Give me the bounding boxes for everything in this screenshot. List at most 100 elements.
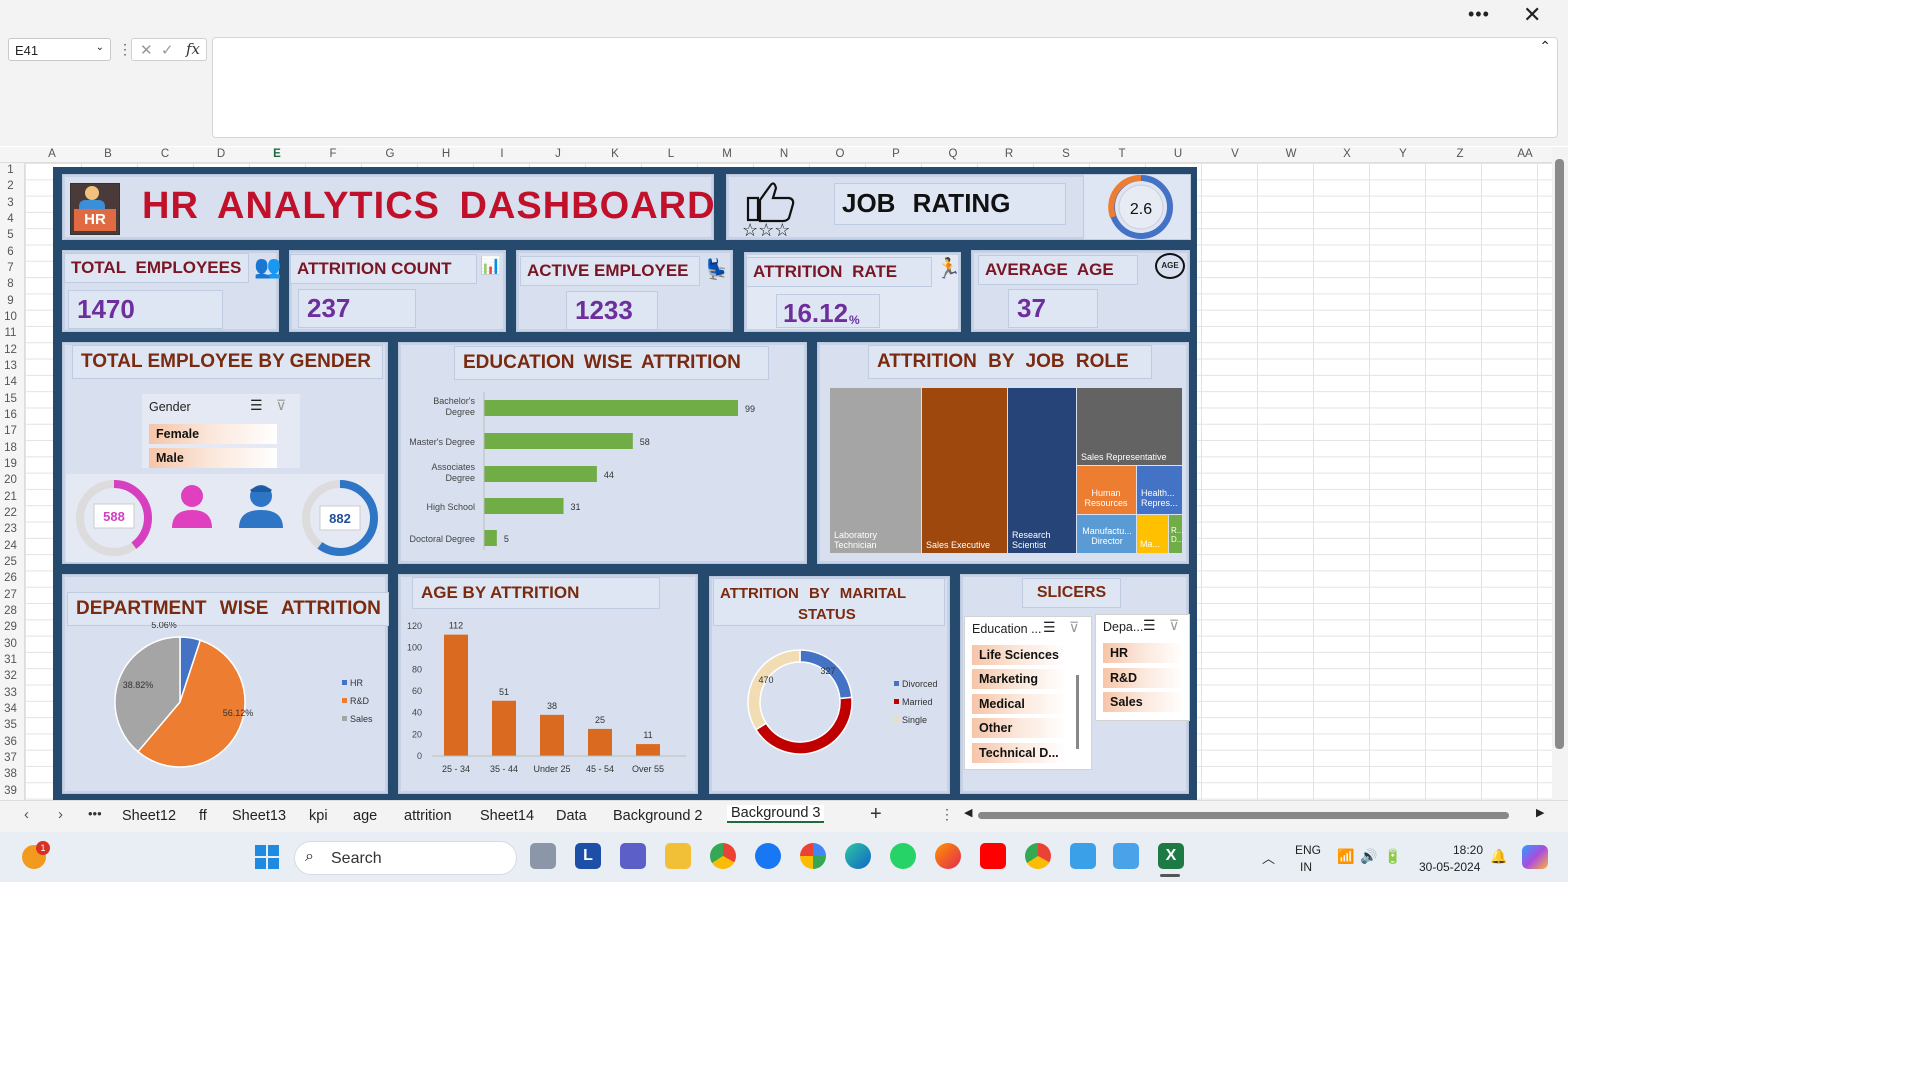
row-header-5[interactable]: 5 xyxy=(0,229,21,241)
row-header-29[interactable]: 29 xyxy=(0,621,21,633)
tab-kpi[interactable]: kpi xyxy=(309,808,328,824)
excel-icon[interactable]: X xyxy=(1158,843,1184,869)
notepad-icon[interactable] xyxy=(1113,843,1139,869)
tab-active-background-3[interactable]: Background 3 xyxy=(727,805,825,823)
column-header-n[interactable]: N xyxy=(776,148,792,160)
row-header-19[interactable]: 19 xyxy=(0,458,21,470)
tab-background-2[interactable]: Background 2 xyxy=(613,808,702,824)
gender-slicer[interactable]: Gender ☰ ⊽ Female Male xyxy=(142,394,300,468)
row-header-22[interactable]: 22 xyxy=(0,507,21,519)
multi-select-icon[interactable]: ☰ xyxy=(1043,619,1056,636)
row-header-17[interactable]: 17 xyxy=(0,425,21,437)
youtube-icon[interactable] xyxy=(980,843,1006,869)
column-header-l[interactable]: L xyxy=(663,148,679,160)
row-header-8[interactable]: 8 xyxy=(0,278,21,290)
slicer-item-female[interactable]: Female xyxy=(149,424,277,444)
column-header-v[interactable]: V xyxy=(1227,148,1243,160)
clear-filter-icon[interactable]: ⊽ xyxy=(276,397,286,414)
column-header-m[interactable]: M xyxy=(719,148,735,160)
education-slicer[interactable]: Education ... ☰ ⊽ Life Sciences Marketin… xyxy=(964,616,1092,770)
column-header-j[interactable]: J xyxy=(550,148,566,160)
edge-icon[interactable] xyxy=(845,843,871,869)
treemap-sales-executive[interactable]: Sales Executive xyxy=(922,388,1007,553)
firefox-icon[interactable] xyxy=(935,843,961,869)
column-header-i[interactable]: I xyxy=(494,148,510,160)
column-header-e[interactable]: E xyxy=(269,148,285,160)
row-header-38[interactable]: 38 xyxy=(0,768,21,780)
tab-sheet14[interactable]: Sheet14 xyxy=(480,808,534,824)
clear-filter-icon[interactable]: ⊽ xyxy=(1069,619,1079,636)
chrome-profile-icon[interactable] xyxy=(1025,843,1051,869)
row-header-24[interactable]: 24 xyxy=(0,540,21,552)
kebab-icon[interactable]: ⋮ xyxy=(118,41,132,58)
slicer-item-rd[interactable]: R&D xyxy=(1103,668,1183,688)
copilot-icon[interactable] xyxy=(1522,845,1548,869)
fx-icon[interactable]: fx xyxy=(186,40,200,58)
whatsapp-icon[interactable] xyxy=(890,843,916,869)
treemap-research-scientist[interactable]: Research Scientist xyxy=(1008,388,1076,553)
row-header-35[interactable]: 35 xyxy=(0,719,21,731)
row-header-16[interactable]: 16 xyxy=(0,409,21,421)
row-header-6[interactable]: 6 xyxy=(0,246,21,258)
close-icon[interactable]: ✕ xyxy=(1523,2,1541,28)
treemap-sales-rep[interactable]: Sales Representative xyxy=(1077,388,1182,465)
enter-icon[interactable]: ✓ xyxy=(161,41,174,59)
tab-ff[interactable]: ff xyxy=(199,808,207,824)
language-eng[interactable]: ENG xyxy=(1295,843,1321,857)
wifi-icon[interactable]: 📶 xyxy=(1337,848,1354,865)
column-header-d[interactable]: D xyxy=(213,148,229,160)
column-header-y[interactable]: Y xyxy=(1395,148,1411,160)
column-header-c[interactable]: C xyxy=(157,148,173,160)
treemap-lab-technician[interactable]: Laboratory Technician xyxy=(830,388,921,553)
row-header-39[interactable]: 39 xyxy=(0,785,21,797)
row-header-2[interactable]: 2 xyxy=(0,180,21,192)
column-header-w[interactable]: W xyxy=(1283,148,1299,160)
tab-data[interactable]: Data xyxy=(556,808,587,824)
treemap-manufacturing-director[interactable]: Manufactu... Director xyxy=(1077,515,1136,553)
row-header-18[interactable]: 18 xyxy=(0,442,21,454)
row-header-4[interactable]: 4 xyxy=(0,213,21,225)
taskbar-search[interactable]: ⌕ Search xyxy=(294,841,517,875)
chrome-icon[interactable] xyxy=(710,843,736,869)
column-header-k[interactable]: K xyxy=(607,148,623,160)
row-header-15[interactable]: 15 xyxy=(0,393,21,405)
row-header-9[interactable]: 9 xyxy=(0,295,21,307)
row-header-14[interactable]: 14 xyxy=(0,376,21,388)
row-header-12[interactable]: 12 xyxy=(0,344,21,356)
more-sheets-icon[interactable]: ••• xyxy=(88,806,102,821)
cancel-icon[interactable]: ✕ xyxy=(140,41,153,59)
slicer-scrollbar[interactable] xyxy=(1076,675,1079,749)
column-header-q[interactable]: Q xyxy=(945,148,961,160)
chevron-down-icon[interactable]: ⌄ xyxy=(96,42,104,53)
row-header-7[interactable]: 7 xyxy=(0,262,21,274)
slicer-item-medical[interactable]: Medical xyxy=(972,694,1066,714)
scroll-right-icon[interactable]: ▶ xyxy=(1536,806,1544,819)
app-l-icon[interactable]: L xyxy=(575,843,601,869)
horizontal-scrollbar[interactable]: ◀ ▶ xyxy=(964,806,1548,821)
scroll-left-icon[interactable]: ◀ xyxy=(964,806,972,819)
teams-icon[interactable] xyxy=(620,843,646,869)
file-explorer-icon[interactable] xyxy=(665,843,691,869)
tab-sheet13[interactable]: Sheet13 xyxy=(232,808,286,824)
language-in[interactable]: IN xyxy=(1300,860,1312,874)
next-sheet-icon[interactable]: › xyxy=(58,806,63,823)
row-header-33[interactable]: 33 xyxy=(0,687,21,699)
tray-chevron-icon[interactable]: ︿ xyxy=(1262,848,1275,867)
column-header-h[interactable]: H xyxy=(438,148,454,160)
row-header-34[interactable]: 34 xyxy=(0,703,21,715)
column-header-x[interactable]: X xyxy=(1339,148,1355,160)
column-header-r[interactable]: R xyxy=(1001,148,1017,160)
row-header-31[interactable]: 31 xyxy=(0,654,21,666)
row-header-27[interactable]: 27 xyxy=(0,589,21,601)
column-header-u[interactable]: U xyxy=(1170,148,1186,160)
tab-options-icon[interactable]: ⋮ xyxy=(940,806,954,823)
column-header-a[interactable]: A xyxy=(44,148,60,160)
treemap-manager[interactable]: Ma... xyxy=(1137,515,1168,553)
multi-select-icon[interactable]: ☰ xyxy=(1143,617,1156,634)
row-header-30[interactable]: 30 xyxy=(0,638,21,650)
add-sheet-icon[interactable]: + xyxy=(870,803,882,826)
windows-start-icon[interactable] xyxy=(255,845,279,869)
clock-date[interactable]: 30-05-2024 xyxy=(1419,860,1480,874)
row-header-11[interactable]: 11 xyxy=(0,327,21,339)
row-header-26[interactable]: 26 xyxy=(0,572,21,584)
